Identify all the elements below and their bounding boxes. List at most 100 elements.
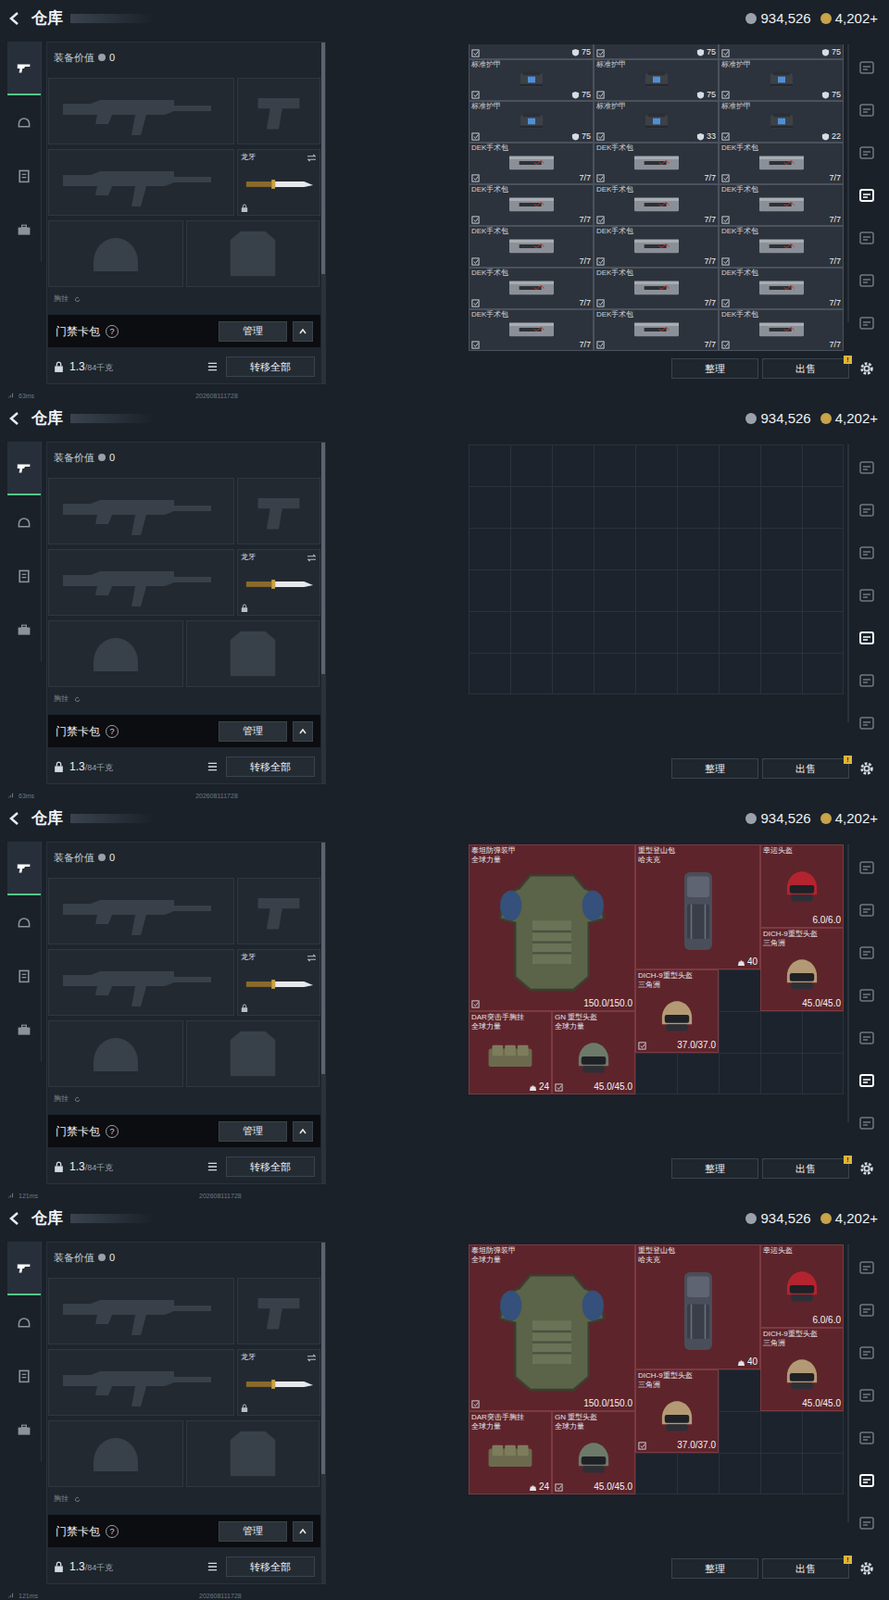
helmet-slot[interactable] [48, 1020, 184, 1088]
storage-item[interactable]: DEK手术包7/7 [593, 267, 719, 310]
manage-button[interactable]: 管理 [218, 721, 288, 742]
back-arrow-icon[interactable] [7, 811, 23, 827]
manage-button[interactable]: 管理 [218, 321, 288, 342]
primary-weapon-slot[interactable] [48, 1277, 235, 1345]
pistol-slot[interactable] [237, 477, 321, 545]
knife-slot[interactable]: 龙牙 [237, 549, 321, 616]
storage-item[interactable]: DEK手术包7/7 [468, 267, 594, 310]
knife-slot[interactable]: 龙牙 [237, 949, 321, 1016]
side-tab[interactable] [7, 1241, 41, 1296]
storage-item[interactable]: DEK手术包7/7 [468, 225, 594, 268]
transfer-all-button[interactable]: 转移全部 [225, 1556, 315, 1578]
collapse-button[interactable] [292, 1521, 314, 1542]
helmet-slot[interactable] [48, 220, 184, 288]
pistol-slot[interactable] [237, 77, 321, 145]
storage-tab[interactable] [854, 1016, 879, 1060]
pistol-slot[interactable] [237, 877, 321, 945]
loadout-scrollbar[interactable] [321, 42, 326, 384]
armor-slot[interactable] [186, 620, 320, 688]
storage-item[interactable]: DEK手术包7/7 [593, 309, 719, 351]
storage-tab[interactable] [854, 1101, 879, 1145]
swap-icon[interactable] [306, 953, 317, 963]
gear-icon[interactable] [858, 760, 876, 777]
side-tab[interactable] [7, 95, 41, 150]
transfer-all-button[interactable]: 转移全部 [225, 756, 315, 777]
swap-icon[interactable] [306, 553, 317, 563]
list-button[interactable] [203, 1157, 221, 1177]
side-tab[interactable] [7, 495, 41, 550]
storage-item[interactable]: DEK手术包7/7 [593, 142, 719, 185]
side-tab[interactable] [7, 41, 41, 96]
loadout-scrollbar[interactable] [321, 442, 326, 784]
help-button[interactable]: ? [105, 1525, 119, 1539]
storage-scrollbar[interactable] [847, 444, 850, 723]
storage-tab[interactable] [854, 46, 879, 89]
storage-item[interactable]: GN 重型头盔全球力量45.0/45.0 [551, 1411, 636, 1495]
transfer-all-button[interactable]: 转移全部 [225, 356, 315, 377]
side-tab[interactable] [7, 841, 41, 896]
storage-item[interactable]: 重型登山包哈夫克40 [635, 1244, 761, 1370]
storage-item[interactable]: DICH-9重型头盔三角洲45.0/45.0 [760, 1327, 844, 1412]
pistol-slot[interactable] [237, 1277, 321, 1345]
transfer-all-button[interactable]: 转移全部 [225, 1156, 315, 1177]
side-tab[interactable] [7, 949, 41, 1003]
storage-tab[interactable] [854, 216, 879, 260]
storage-tab[interactable] [854, 974, 879, 1017]
storage-tab[interactable] [854, 131, 879, 175]
side-tab[interactable] [7, 895, 41, 950]
storage-item[interactable]: 标准护甲33 [593, 100, 719, 143]
back-arrow-icon[interactable] [7, 11, 23, 26]
primary-weapon-slot[interactable] [48, 477, 235, 545]
knife-slot[interactable]: 龙牙 [237, 1349, 321, 1416]
collapse-button[interactable] [292, 321, 314, 342]
sell-button[interactable]: 出售! [762, 1158, 850, 1179]
sort-button[interactable]: 整理 [671, 758, 759, 779]
loadout-scrollbar[interactable] [321, 842, 326, 1184]
manage-button[interactable]: 管理 [218, 1121, 288, 1142]
storage-tab[interactable] [854, 846, 879, 889]
manage-button[interactable]: 管理 [218, 1521, 288, 1542]
loadout-scrollbar[interactable] [321, 1242, 326, 1584]
primary-weapon-slot[interactable] [48, 77, 235, 145]
storage-scrollbar[interactable] [847, 44, 850, 323]
help-button[interactable]: ? [105, 1125, 119, 1139]
storage-tab[interactable] [854, 1374, 879, 1417]
side-tab[interactable] [7, 1002, 41, 1057]
storage-item[interactable]: 重型登山包哈夫克40 [635, 844, 761, 970]
armor-slot[interactable] [186, 1420, 320, 1488]
back-arrow-icon[interactable] [7, 411, 23, 426]
storage-tab[interactable] [854, 1416, 879, 1460]
list-button[interactable] [203, 757, 221, 777]
list-button[interactable] [203, 1557, 221, 1577]
storage-tab[interactable] [854, 446, 879, 489]
armor-slot[interactable] [186, 1020, 320, 1088]
storage-item[interactable]: 75 [718, 44, 844, 60]
storage-tab[interactable] [854, 931, 879, 975]
storage-tab[interactable] [854, 889, 879, 932]
secondary-weapon-slot[interactable] [48, 1349, 235, 1416]
storage-item[interactable]: 泰坦防弹装甲全球力量150.0/150.0 [468, 844, 636, 1012]
storage-item[interactable]: DEK手术包7/7 [718, 184, 844, 226]
storage-tab[interactable] [854, 1289, 879, 1332]
storage-item[interactable]: 75 [593, 44, 719, 60]
storage-item[interactable]: DEK手术包7/7 [718, 225, 844, 268]
storage-tab[interactable] [854, 616, 879, 660]
storage-item[interactable]: GN 重型头盔全球力量45.0/45.0 [551, 1011, 636, 1095]
storage-tab[interactable] [854, 574, 879, 617]
storage-tab[interactable] [854, 701, 879, 745]
storage-item[interactable]: DEK手术包7/7 [468, 142, 594, 185]
storage-tab[interactable] [854, 488, 879, 532]
storage-tab[interactable] [854, 174, 879, 217]
help-button[interactable]: ? [105, 725, 119, 739]
storage-item[interactable]: DICH-9重型头盔三角洲45.0/45.0 [760, 927, 844, 1012]
helmet-slot[interactable] [48, 620, 184, 688]
storage-item[interactable]: 幸运头盔6.0/6.0 [760, 844, 844, 928]
side-tab[interactable] [7, 149, 41, 203]
storage-tab[interactable] [854, 1459, 879, 1503]
helmet-slot[interactable] [48, 1420, 184, 1488]
storage-item[interactable]: 标准护甲75 [718, 59, 844, 101]
storage-item[interactable]: DICH-9重型头盔三角洲37.0/37.0 [635, 969, 719, 1053]
storage-tab[interactable] [854, 1502, 879, 1545]
storage-item[interactable]: 标准护甲75 [593, 59, 719, 101]
gear-icon[interactable] [858, 1560, 876, 1578]
